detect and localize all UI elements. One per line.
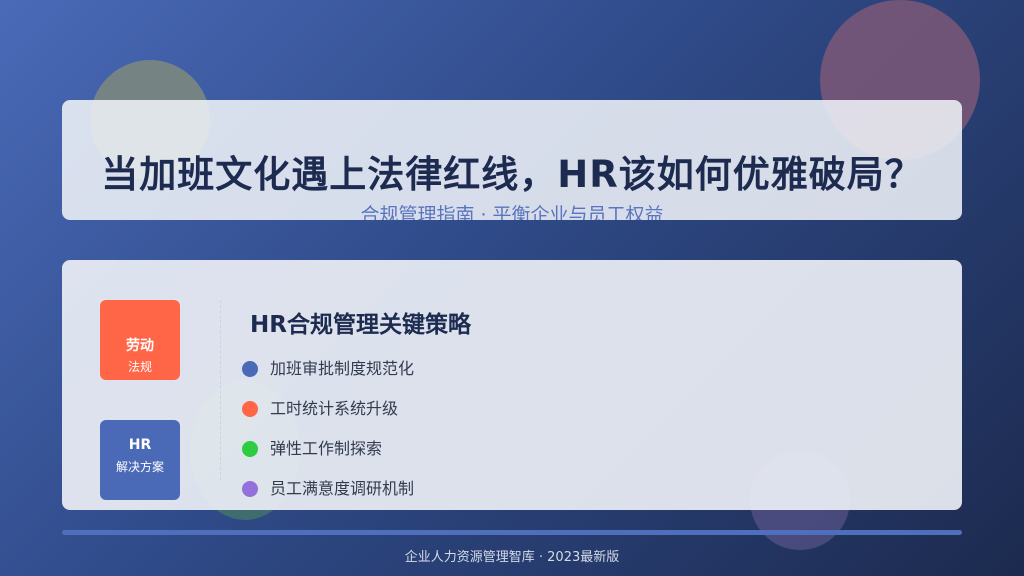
- list-item-label: 员工满意度调研机制: [270, 479, 415, 498]
- list-item: 弹性工作制探索: [242, 437, 414, 477]
- vertical-divider: [220, 300, 221, 480]
- list-item-label: 弹性工作制探索: [270, 439, 383, 458]
- page-subtitle: 合规管理指南 · 平衡企业与员工权益: [360, 204, 664, 220]
- list-item: 加班审批制度规范化: [242, 357, 414, 397]
- footer-text: 企业人力资源管理智库 · 2023最新版: [404, 550, 620, 565]
- footer-divider-bar: [62, 530, 962, 535]
- strategy-list: 加班审批制度规范化 工时统计系统升级 弹性工作制探索 员工满意度调研机制: [242, 357, 414, 517]
- labor-law-tag-subtitle: 法规: [127, 360, 152, 374]
- hr-solution-tag: HR 解决方案: [100, 420, 180, 500]
- labor-law-tag: 劳动 法规: [100, 300, 180, 380]
- hr-solution-tag-title: HR: [128, 437, 152, 453]
- bullet-dot-icon: [242, 441, 258, 457]
- bullet-dot-icon: [242, 361, 258, 377]
- labor-law-tag-title: 劳动: [126, 338, 154, 354]
- list-item-label: 工时统计系统升级: [270, 399, 399, 418]
- bullet-dot-icon: [242, 481, 258, 497]
- hr-solution-tag-subtitle: 解决方案: [115, 460, 164, 474]
- strategy-title: HR合规管理关键策略: [250, 312, 471, 338]
- list-item: 员工满意度调研机制: [242, 477, 414, 517]
- title-card: 当加班文化遇上法律红线，HR该如何优雅破局？ 合规管理指南 · 平衡企业与员工权…: [62, 100, 962, 220]
- list-item: 工时统计系统升级: [242, 397, 414, 437]
- bullet-dot-icon: [242, 401, 258, 417]
- list-item-label: 加班审批制度规范化: [270, 359, 415, 378]
- strategy-card: 劳动 法规 HR 解决方案 HR合规管理关键策略 加班审批制度规范化 工时统计系…: [62, 260, 962, 510]
- page-title: 当加班文化遇上法律红线，HR该如何优雅破局？: [101, 153, 923, 196]
